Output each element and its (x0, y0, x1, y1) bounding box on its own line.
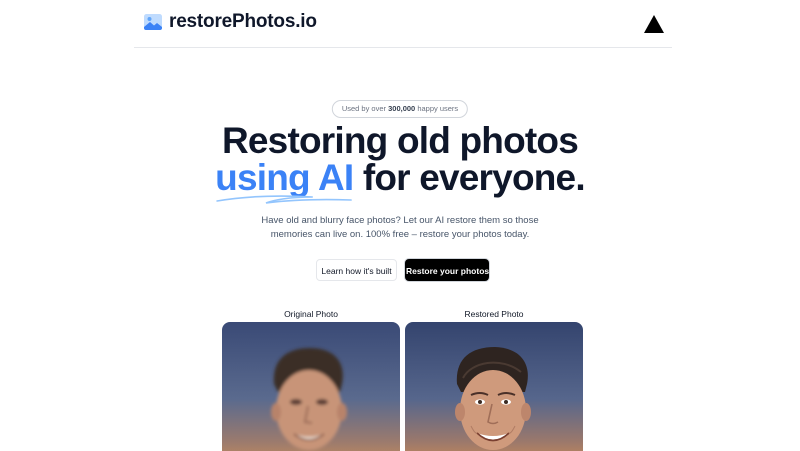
original-portrait-image (222, 322, 400, 451)
original-photo (222, 322, 400, 451)
badge-suffix: happy users (417, 104, 459, 113)
headline-accent: using AI (215, 157, 354, 204)
site-header: restorePhotos.io (134, 0, 672, 48)
headline-rest: for everyone. (362, 157, 586, 198)
subtitle-line-2: memories can live on. 100% free – restor… (270, 229, 530, 240)
photo-icon (144, 14, 162, 30)
learn-how-button[interactable]: Learn how it's built (316, 259, 397, 281)
squiggle-underline-icon (216, 195, 353, 204)
headline-line-2: using AI for everyone. (0, 157, 800, 204)
original-photo-label: Original Photo (284, 309, 338, 319)
headline-line-1: Restoring old photos (221, 120, 579, 161)
vercel-link[interactable] (644, 15, 664, 33)
restore-photos-button[interactable]: Restore your photos (405, 259, 489, 281)
restored-portrait-image (405, 322, 583, 451)
page: restorePhotos.io Used by over 300,000 ha… (0, 0, 800, 451)
brand-link[interactable]: restorePhotos.io (143, 11, 317, 33)
users-badge: Used by over 300,000 happy users (331, 100, 469, 118)
headline-accent-text: using AI (215, 157, 354, 198)
badge-prefix: Used by over (341, 104, 387, 113)
restored-photo (405, 322, 583, 451)
triangle-logo-icon (644, 15, 664, 33)
badge-count: 300,000 (388, 104, 416, 113)
restored-photo-label: Restored Photo (464, 309, 524, 319)
brand-name: restorePhotos.io (169, 11, 317, 32)
